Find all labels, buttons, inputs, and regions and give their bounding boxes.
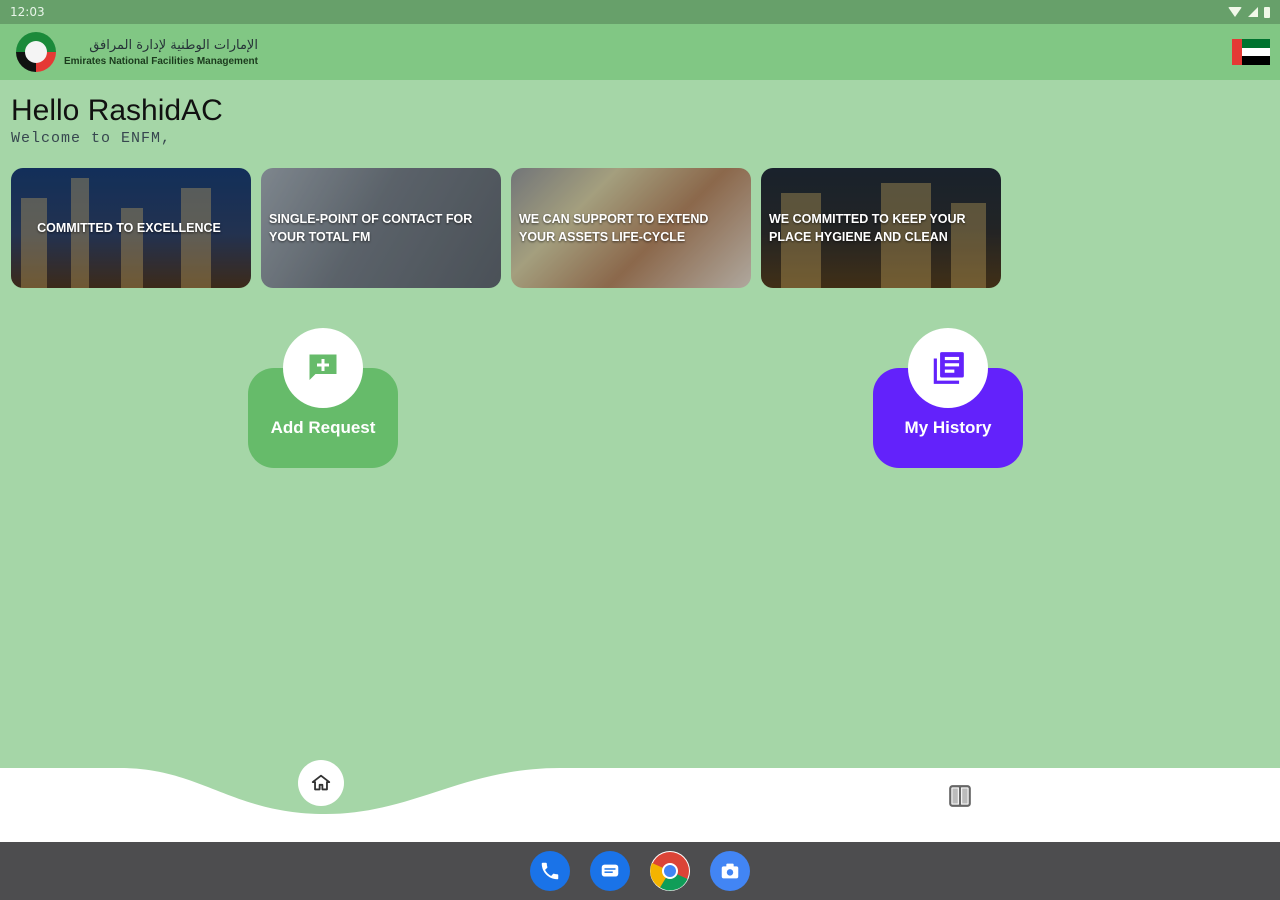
- banner-text: WE CAN SUPPORT TO EXTEND YOUR ASSETS LIF…: [519, 211, 709, 244]
- my-history-icon-button[interactable]: [908, 328, 988, 408]
- nav-home-button[interactable]: [298, 760, 344, 806]
- book-icon: [949, 785, 971, 807]
- banner-text: COMMITTED TO EXCELLENCE: [37, 220, 221, 235]
- brand-text: الإمارات الوطنية لإدارة المرافق Emirates…: [64, 38, 258, 67]
- welcome-subtitle: Welcome to ENFM,: [11, 130, 172, 147]
- library-books-icon: [933, 352, 964, 384]
- chrome-icon: [650, 852, 689, 891]
- bottom-navigation: [0, 768, 1280, 842]
- banner-card[interactable]: SINGLE-POINT OF CONTACT FOR YOUR TOTAL F…: [261, 168, 501, 288]
- add-comment-icon: [309, 354, 337, 380]
- add-request-icon-button[interactable]: [283, 328, 363, 408]
- system-dock: [0, 842, 1280, 900]
- phone-app-icon[interactable]: [530, 851, 570, 891]
- banner-card[interactable]: WE CAN SUPPORT TO EXTEND YOUR ASSETS LIF…: [511, 168, 751, 288]
- camera-app-icon[interactable]: [710, 851, 750, 891]
- brand: الإمارات الوطنية لإدارة المرافق Emirates…: [16, 32, 258, 72]
- camera-icon: [721, 863, 739, 879]
- chrome-app-icon[interactable]: [650, 851, 690, 891]
- brand-english-name: Emirates National Facilities Management: [64, 55, 258, 67]
- banner-text: WE COMMITTED TO KEEP YOUR PLACE HYGIENE …: [769, 211, 966, 244]
- app-bar: الإمارات الوطنية لإدارة المرافق Emirates…: [0, 24, 1280, 80]
- banner-text: SINGLE-POINT OF CONTACT FOR YOUR TOTAL F…: [269, 211, 473, 244]
- banner-carousel[interactable]: COMMITTED TO EXCELLENCE SINGLE-POINT OF …: [11, 168, 1001, 288]
- brand-arabic-name: الإمارات الوطنية لإدارة المرافق: [89, 37, 258, 53]
- signal-icon: [1248, 7, 1258, 17]
- enfm-logo-icon: [16, 32, 56, 72]
- banner-card[interactable]: WE COMMITTED TO KEEP YOUR PLACE HYGIENE …: [761, 168, 1001, 288]
- my-history-label: My History: [904, 418, 992, 437]
- banner-card[interactable]: COMMITTED TO EXCELLENCE: [11, 168, 251, 288]
- nav-book-button[interactable]: [946, 782, 974, 810]
- status-icons: [1228, 6, 1270, 18]
- battery-icon: [1264, 6, 1270, 18]
- messages-app-icon[interactable]: [590, 851, 630, 891]
- uae-flag-icon[interactable]: [1232, 39, 1270, 66]
- status-bar: 12:03: [0, 0, 1280, 24]
- add-request-label: Add Request: [270, 418, 376, 437]
- status-time: 12:03: [10, 5, 45, 19]
- phone-icon: [541, 862, 559, 880]
- home-icon: [311, 774, 331, 791]
- wifi-icon: [1228, 7, 1242, 17]
- messages-icon: [601, 864, 619, 877]
- greeting-title: Hello RashidAC: [11, 94, 223, 127]
